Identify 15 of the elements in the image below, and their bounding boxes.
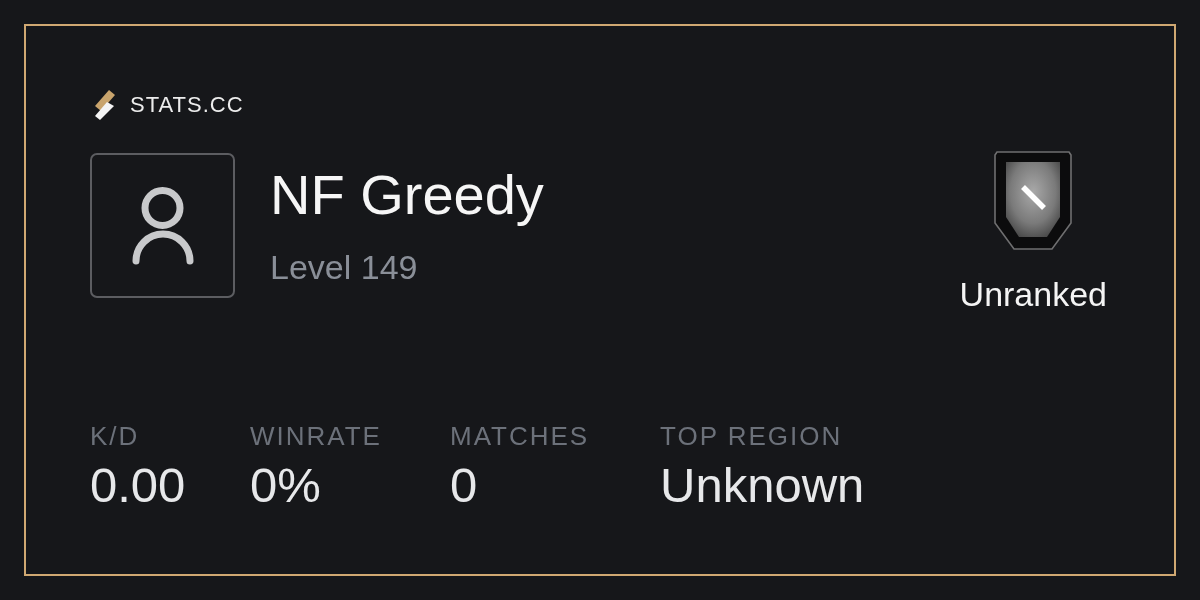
logo-icon — [95, 90, 115, 120]
stat-value: 0 — [450, 457, 478, 513]
player-name: NF Greedy — [270, 163, 544, 227]
brand-name: STATS.CC — [130, 92, 244, 118]
shield-icon — [994, 151, 1073, 251]
stat-value: 0% — [250, 457, 321, 513]
stat-value: 0.00 — [90, 457, 186, 513]
stat-value: Unknown — [660, 457, 865, 513]
rank-label: Unranked — [959, 274, 1107, 314]
person-icon — [131, 186, 194, 265]
stat-label: MATCHES — [450, 421, 590, 451]
player-level: Level 149 — [270, 247, 419, 287]
stat-label: TOP REGION — [660, 421, 843, 451]
stat-label: K/D — [90, 421, 140, 451]
stat-label: WINRATE — [250, 421, 382, 451]
